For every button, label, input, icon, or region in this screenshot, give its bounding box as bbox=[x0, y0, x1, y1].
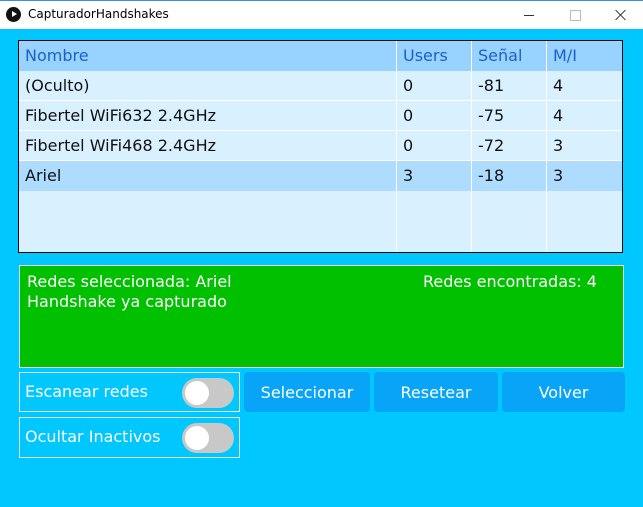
hide-inactive-label: Ocultar Inactivos bbox=[25, 427, 161, 446]
title-bar: CapturadorHandshakes bbox=[0, 0, 643, 29]
column-header-mi[interactable]: M/I bbox=[553, 41, 577, 71]
close-icon bbox=[614, 9, 626, 21]
cell-nombre: Ariel bbox=[25, 166, 62, 185]
back-button[interactable]: Volver bbox=[502, 372, 625, 412]
column-header-users[interactable]: Users bbox=[403, 41, 448, 71]
cell-users: 0 bbox=[403, 106, 414, 125]
select-button[interactable]: Seleccionar bbox=[244, 372, 370, 412]
cell-users: 3 bbox=[403, 166, 414, 185]
cell-nombre: Fibertel WiFi468 2.4GHz bbox=[25, 136, 217, 155]
cell-senal: -81 bbox=[478, 76, 505, 95]
scan-networks-toggle[interactable] bbox=[182, 378, 234, 408]
reset-button[interactable]: Resetear bbox=[374, 372, 498, 412]
cell-senal: -72 bbox=[478, 136, 505, 155]
window-title: CapturadorHandshakes bbox=[28, 7, 169, 21]
table-header: Nombre Users Señal M/I bbox=[19, 41, 622, 71]
column-header-nombre[interactable]: Nombre bbox=[25, 41, 89, 71]
toggle-knob bbox=[185, 381, 209, 405]
handshake-status-text: Handshake ya capturado bbox=[27, 292, 227, 311]
cell-mi: 4 bbox=[553, 106, 564, 125]
table-row[interactable]: Fibertel WiFi632 2.4GHz 0 -75 4 bbox=[19, 101, 622, 131]
table-row[interactable]: Fibertel WiFi468 2.4GHz 0 -72 3 bbox=[19, 131, 622, 161]
maximize-button[interactable] bbox=[552, 1, 598, 29]
table-row[interactable]: (Oculto) 0 -81 4 bbox=[19, 71, 622, 101]
column-divider bbox=[546, 41, 547, 252]
cell-users: 0 bbox=[403, 76, 414, 95]
maximize-icon bbox=[569, 9, 581, 21]
column-header-senal[interactable]: Señal bbox=[478, 41, 522, 71]
hide-inactive-toggle[interactable] bbox=[182, 423, 234, 453]
column-divider bbox=[396, 41, 397, 252]
cell-senal: -18 bbox=[478, 166, 505, 185]
play-circle-icon bbox=[6, 7, 21, 22]
table-row-selected[interactable]: Ariel 3 -18 3 bbox=[19, 161, 622, 191]
networks-table: Nombre Users Señal M/I (Oculto) 0 -81 4 … bbox=[18, 40, 623, 253]
minimize-icon bbox=[524, 14, 534, 16]
cell-mi: 3 bbox=[553, 136, 564, 155]
networks-found-text: Redes encontradas: 4 bbox=[423, 272, 597, 291]
cell-nombre: (Oculto) bbox=[25, 76, 90, 95]
toggle-knob bbox=[185, 426, 209, 450]
scan-networks-row: Escanear redes bbox=[19, 372, 240, 412]
selected-network-text: Redes seleccionada: Ariel bbox=[27, 272, 232, 291]
cell-users: 0 bbox=[403, 136, 414, 155]
cell-senal: -75 bbox=[478, 106, 505, 125]
info-panel: Redes seleccionada: Ariel Redes encontra… bbox=[19, 265, 624, 368]
close-button[interactable] bbox=[597, 1, 643, 29]
column-divider bbox=[471, 41, 472, 252]
cell-mi: 3 bbox=[553, 166, 564, 185]
scan-networks-label: Escanear redes bbox=[25, 382, 148, 401]
minimize-button[interactable] bbox=[506, 1, 552, 29]
hide-inactive-row: Ocultar Inactivos bbox=[19, 417, 240, 458]
cell-mi: 4 bbox=[553, 76, 564, 95]
cell-nombre: Fibertel WiFi632 2.4GHz bbox=[25, 106, 217, 125]
